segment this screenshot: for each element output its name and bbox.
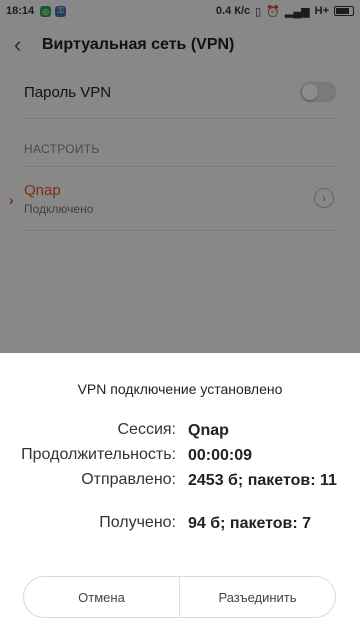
sent-label: Отправлено: [81, 471, 176, 488]
dialog-button-group: Отмена Разъединить [23, 576, 336, 618]
duration-value: 00:00:09 [188, 447, 253, 464]
session-label: Сессия: [117, 421, 177, 438]
received-value: 94 б; пакетов: 7 [188, 515, 312, 532]
session-value: Qnap [188, 422, 229, 439]
disconnect-button[interactable]: Разъединить [179, 577, 335, 617]
cancel-button[interactable]: Отмена [24, 577, 179, 617]
vpn-connection-dialog: VPN подключение установлено Сессия: Qnap… [0, 353, 360, 640]
duration-label: Продолжительность: [21, 446, 176, 463]
sent-value: 2453 б; пакетов: 11 [188, 472, 337, 489]
received-label: Получено: [99, 514, 176, 531]
dialog-title: VPN подключение установлено [77, 381, 283, 397]
